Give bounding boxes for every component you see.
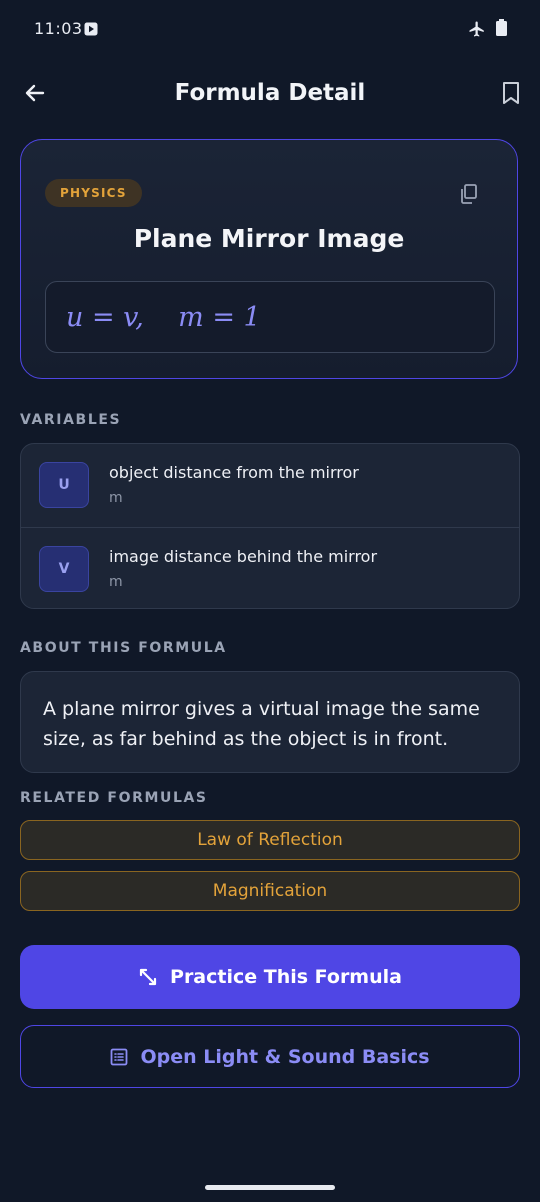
open-topic-button-label: Open Light & Sound Basics (140, 1045, 430, 1068)
about-card: A plane mirror gives a virtual image the… (20, 671, 520, 773)
related-formula-magnification[interactable]: Magnification (20, 871, 520, 911)
formula-title: Plane Mirror Image (133, 224, 405, 253)
list-article-icon (111, 1048, 128, 1065)
status-time: 11:03 (34, 19, 83, 38)
variable-symbol: U (39, 462, 89, 508)
page-title: Formula Detail (174, 80, 366, 106)
formula-expression-box: u = v, m = 1 (45, 281, 495, 353)
variable-description: object distance from the mirror (109, 463, 359, 482)
formula-card: PHYSICS Plane Mirror Image u = v, m = 1 (20, 139, 518, 379)
practice-button-label: Practice This Formula (170, 966, 402, 988)
home-indicator[interactable] (205, 1185, 335, 1190)
related-label: RELATED FORMULAS (20, 790, 208, 806)
bookmark-icon (503, 82, 519, 104)
variable-unit: m (109, 574, 123, 590)
category-badge: PHYSICS (45, 179, 142, 207)
open-topic-button[interactable]: Open Light & Sound Basics (20, 1025, 520, 1088)
variables-card: U object distance from the mirror m V im… (20, 443, 520, 609)
formula-expression: u = v, m = 1 (66, 301, 261, 333)
copy-button[interactable] (455, 180, 483, 208)
variable-unit: m (109, 490, 123, 506)
variable-row: V image distance behind the mirror m (21, 527, 519, 608)
airplane-icon (468, 20, 486, 42)
practice-arrows-icon (139, 968, 157, 986)
battery-icon (496, 19, 507, 40)
variable-symbol: V (39, 546, 89, 592)
variable-row: U object distance from the mirror m (21, 444, 519, 526)
app-bar: Formula Detail (0, 62, 540, 126)
variable-description: image distance behind the mirror (109, 547, 378, 566)
status-bar: 11:03 (0, 0, 540, 56)
practice-button[interactable]: Practice This Formula (20, 945, 520, 1009)
copy-icon (461, 184, 477, 204)
media-icon (84, 21, 98, 40)
related-formula-law-of-reflection[interactable]: Law of Reflection (20, 820, 520, 860)
variables-label: VARIABLES (20, 412, 122, 428)
about-text: A plane mirror gives a virtual image the… (43, 698, 480, 750)
about-label: ABOUT THIS FORMULA (20, 640, 227, 656)
bookmark-button[interactable] (494, 76, 528, 110)
